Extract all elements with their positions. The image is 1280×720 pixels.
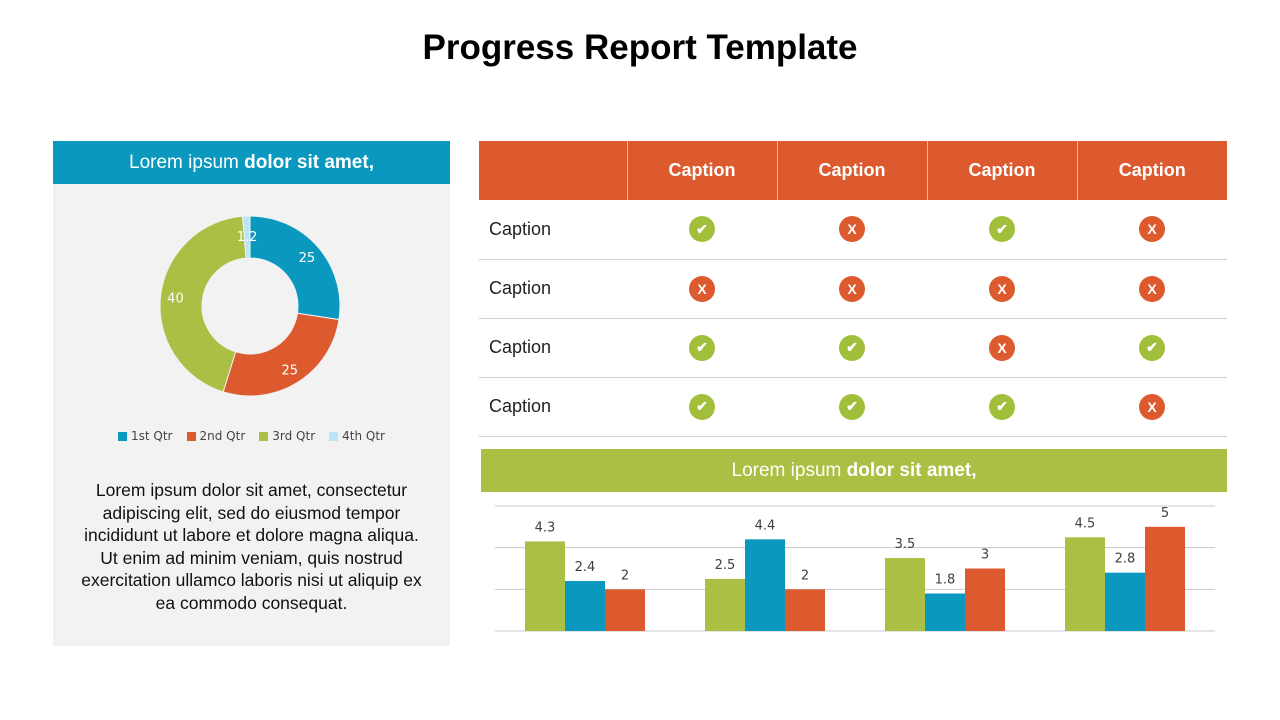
x-icon: X [1139,393,1165,420]
data-label: 1.2 [237,230,258,245]
donut-legend: 1st Qtr 2nd Qtr 3rd Qtr 4th Qtr [53,429,450,443]
table-row: Caption ✔ ✔ X ✔ [479,318,1227,378]
check-icon: ✔ [689,393,715,420]
bar-label: 4.4 [755,518,776,533]
bar [1105,572,1145,631]
data-label: 25 [281,364,298,379]
status-cell: ✔ [627,318,777,378]
legend-swatch [186,432,196,441]
bar [1145,526,1185,631]
x-icon: X [989,275,1015,302]
status-cell: X [1077,200,1227,260]
status-cell: X [1077,259,1227,319]
check-icon: ✔ [839,393,865,420]
column-header: Caption [926,141,1077,200]
bar-label: 1.8 [935,573,956,588]
row-label: Caption [479,318,627,378]
x-icon: X [1139,216,1165,243]
column-header: Caption [776,141,927,200]
heading-normal: Lorem ipsum [731,459,847,481]
x-icon: X [689,275,715,302]
bar [785,589,825,631]
status-cell: X [927,318,1077,378]
table-row: Caption X X X X [479,259,1227,319]
status-cell: ✔ [627,377,777,437]
row-label: Caption [479,377,627,437]
status-cell: X [777,259,927,319]
bar-label: 3 [981,548,989,563]
x-icon: X [1139,275,1165,302]
check-icon: ✔ [689,334,715,361]
bar-label: 2 [801,568,809,583]
legend-swatch [259,432,269,441]
legend-item: 4th Qtr [329,429,385,443]
bar-label: 3.5 [895,537,916,552]
column-header: Caption [1076,141,1227,200]
x-icon: X [989,334,1015,361]
legend-swatch [118,432,127,441]
body-text: Lorem ipsum dolor sit amet, consectetur … [81,480,422,613]
bar [965,568,1005,631]
page-title: Progress Report Template [422,28,858,67]
bar-label: 2.4 [575,560,596,575]
status-cell: X [777,200,927,260]
bar [925,593,965,631]
status-cell: ✔ [1077,318,1227,378]
bar [1065,537,1105,631]
check-icon: ✔ [689,216,715,243]
donut-chart: 25 25 40 1.2 [159,215,341,397]
bar-label: 2 [621,568,629,583]
legend-swatch [329,432,339,441]
status-cell: ✔ [627,200,777,260]
bar [525,541,565,631]
x-icon: X [839,275,865,302]
x-icon: X [839,216,865,243]
status-cell: X [927,259,1077,319]
legend-item: 1st Qtr [118,429,173,443]
bar-chart-heading: Lorem ipsum dolor sit amet, [481,449,1227,492]
status-cell: ✔ [927,200,1077,260]
donut-slice [222,312,340,397]
status-cell: ✔ [777,377,927,437]
heading-bold: dolor sit amet, [846,459,977,481]
bar-label: 4.3 [535,520,556,535]
status-cell: ✔ [777,318,927,378]
bar [605,589,645,631]
status-cell: X [1077,377,1227,437]
row-label: Caption [479,200,627,260]
check-icon: ✔ [1139,334,1165,361]
donut-slice [249,215,341,321]
table-row: Caption ✔ ✔ ✔ X [479,377,1227,437]
legend-item: 2nd Qtr [186,429,245,443]
column-header: Caption [626,141,777,200]
table-row: Caption ✔ X ✔ X [479,200,1227,260]
bar [885,558,925,631]
row-label: Caption [479,259,627,319]
status-cell: ✔ [927,377,1077,437]
bar [705,578,745,631]
check-icon: ✔ [989,216,1015,243]
bar [745,539,785,631]
data-label: 25 [299,251,316,266]
bar-label: 2.8 [1115,552,1136,567]
column-header [479,141,627,200]
bar [565,581,605,631]
bar-label: 2.5 [715,558,736,573]
legend-item: 3rd Qtr [259,429,315,443]
status-cell: X [627,259,777,319]
bar-label: 5 [1161,506,1169,521]
status-table: Caption Caption Caption Caption Caption ✔ X ✔ X… [479,141,1227,437]
check-icon: ✔ [989,393,1015,420]
donut-panel: Lorem ipsum dolor sit amet, 25 25 40 1.2 1s… [53,141,450,646]
bar-label: 4.5 [1075,516,1096,531]
check-icon: ✔ [839,334,865,361]
data-label: 40 [167,292,184,307]
